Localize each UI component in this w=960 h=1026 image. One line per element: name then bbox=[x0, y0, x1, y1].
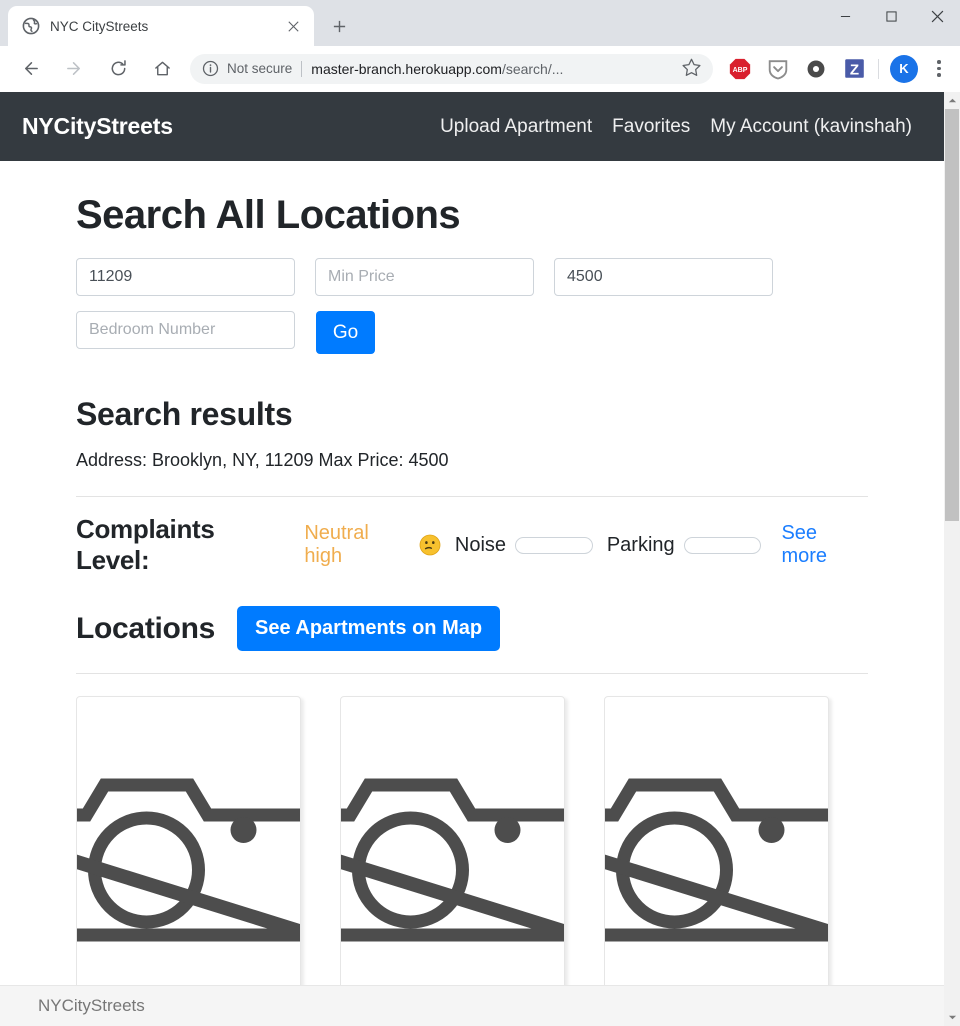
search-results-heading: Search results bbox=[76, 396, 293, 432]
no-image-camera-icon: , no image avai bbox=[605, 697, 828, 1026]
parking-meter bbox=[683, 536, 762, 554]
browser-window: NYC CityStreets Not secure master-branch… bbox=[0, 0, 960, 1026]
noise-meter-label: Noise bbox=[454, 533, 507, 556]
forward-button[interactable] bbox=[57, 52, 91, 86]
ghostery-icon[interactable] bbox=[803, 56, 829, 82]
site-navbar: NYCityStreets Upload Apartment Favorites… bbox=[0, 92, 944, 161]
maximize-button[interactable] bbox=[868, 0, 914, 32]
complaints-row: Complaints Level: Neutral high Noise Par… bbox=[76, 514, 868, 576]
complaints-value: Neutral high bbox=[304, 522, 369, 567]
nav-link-upload-apartment[interactable]: Upload Apartment bbox=[430, 116, 602, 138]
divider-2 bbox=[76, 673, 868, 674]
close-icon[interactable] bbox=[282, 15, 304, 37]
toolbar-divider bbox=[878, 58, 879, 79]
locations-row: Locations See Apartments on Map bbox=[76, 606, 868, 651]
back-button[interactable] bbox=[13, 52, 47, 86]
window-controls bbox=[822, 0, 960, 46]
scrollbar-down-arrow[interactable] bbox=[944, 1009, 960, 1026]
security-status-text: Not secure bbox=[227, 61, 293, 76]
address-bar[interactable]: Not secure master-branch.herokuapp.com/s… bbox=[190, 53, 713, 84]
url-path: /search/... bbox=[501, 60, 564, 77]
minimize-button[interactable] bbox=[822, 0, 868, 32]
site-footer: NYCityStreets bbox=[0, 985, 944, 1026]
see-more-link[interactable]: See more bbox=[781, 522, 868, 568]
apartment-card[interactable]: , no image avai bbox=[340, 696, 565, 1026]
profile-avatar[interactable]: K bbox=[890, 54, 918, 83]
apartment-cards: , no image avai bbox=[76, 696, 868, 1026]
scrollbar-thumb[interactable] bbox=[945, 109, 959, 521]
go-button[interactable]: Go bbox=[316, 311, 375, 354]
info-circle-icon[interactable] bbox=[202, 60, 219, 77]
star-icon[interactable] bbox=[681, 57, 705, 81]
min-price-field[interactable] bbox=[315, 258, 534, 296]
svg-text:Z: Z bbox=[849, 61, 858, 78]
site-nav-links: Upload Apartment Favorites My Account (k… bbox=[430, 116, 922, 138]
complaints-label: Complaints Level: bbox=[76, 514, 215, 575]
web-page: NYCityStreets Upload Apartment Favorites… bbox=[0, 92, 944, 1026]
parking-meter-label: Parking bbox=[606, 533, 675, 556]
apartment-card[interactable]: , no image avai bbox=[604, 696, 829, 1026]
search-form-row-2: Go bbox=[76, 311, 868, 354]
omnibox-divider bbox=[301, 60, 303, 77]
nav-link-my-account[interactable]: My Account (kavinshah) bbox=[700, 116, 922, 138]
zotero-icon[interactable]: Z bbox=[841, 56, 867, 82]
page-viewport: NYCityStreets Upload Apartment Favorites… bbox=[0, 92, 960, 1026]
page-content: Search All Locations Go Search results A… bbox=[0, 193, 944, 1026]
page-scrollbar[interactable] bbox=[944, 92, 960, 1026]
page-title: Search All Locations bbox=[76, 193, 461, 237]
footer-text: NYCityStreets bbox=[38, 996, 145, 1015]
site-brand[interactable]: NYCityStreets bbox=[22, 113, 173, 140]
globe-icon bbox=[22, 17, 40, 35]
three-dots-menu-icon[interactable] bbox=[926, 56, 952, 82]
svg-text:ABP: ABP bbox=[733, 67, 748, 74]
search-form-row-1 bbox=[76, 258, 868, 296]
new-tab-button[interactable] bbox=[324, 11, 354, 41]
noise-meter bbox=[515, 536, 593, 554]
browser-tab-title: NYC CityStreets bbox=[50, 18, 149, 34]
bedroom-field[interactable] bbox=[76, 311, 295, 349]
confused-face-emoji bbox=[419, 534, 441, 556]
no-image-camera-icon: , no image avai bbox=[77, 697, 300, 1026]
divider-1 bbox=[76, 496, 868, 497]
search-criteria-text: Address: Brooklyn, NY, 11209 Max Price: … bbox=[76, 450, 449, 470]
browser-title-bar: NYC CityStreets bbox=[0, 0, 960, 46]
nav-link-favorites[interactable]: Favorites bbox=[602, 116, 700, 138]
apartment-card[interactable]: , no image avai bbox=[76, 696, 301, 1026]
locations-label: Locations bbox=[76, 611, 215, 645]
zip-field[interactable] bbox=[76, 258, 295, 296]
browser-tab[interactable]: NYC CityStreets bbox=[8, 6, 314, 46]
reload-icon[interactable] bbox=[101, 52, 135, 86]
home-icon[interactable] bbox=[145, 52, 179, 86]
see-apartments-on-map-button[interactable]: See Apartments on Map bbox=[236, 606, 501, 651]
close-window-button[interactable] bbox=[914, 0, 960, 32]
max-price-field[interactable] bbox=[554, 258, 773, 296]
scrollbar-up-arrow[interactable] bbox=[944, 92, 960, 109]
pocket-shield-icon[interactable] bbox=[765, 56, 791, 82]
adblock-plus-icon[interactable]: ABP bbox=[727, 56, 753, 82]
url-text: master-branch.herokuapp.com/search/... bbox=[311, 61, 675, 77]
browser-toolbar: Not secure master-branch.herokuapp.com/s… bbox=[0, 46, 960, 92]
no-image-camera-icon: , no image avai bbox=[341, 697, 564, 1026]
url-host: master-branch.herokuapp.com bbox=[311, 60, 502, 77]
